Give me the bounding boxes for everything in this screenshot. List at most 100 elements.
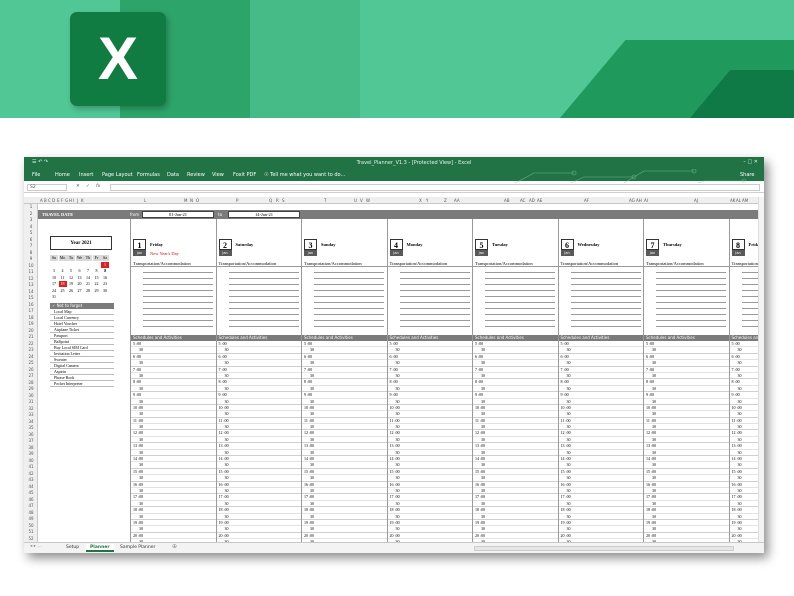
row-header[interactable]: 51 [24, 529, 38, 534]
row-header[interactable]: 34 [24, 419, 38, 424]
column-header-ad[interactable]: AD [529, 198, 535, 203]
row-header[interactable]: 39 [24, 451, 38, 456]
column-header-c[interactable]: C [48, 198, 51, 203]
column-header-m[interactable]: M [184, 198, 187, 203]
column-header-al[interactable]: AL [736, 198, 741, 203]
row-header[interactable]: 19 [24, 321, 38, 326]
tab-sample-planner[interactable]: Sample Planner [116, 544, 159, 552]
calendar-day[interactable]: 22 [93, 281, 101, 287]
row-header[interactable]: 24 [24, 354, 38, 359]
column-header-v[interactable]: V [360, 198, 363, 203]
calendar-day[interactable]: 10 [50, 275, 58, 281]
row-header[interactable]: 3 [24, 217, 38, 222]
column-header-w[interactable]: W [366, 198, 370, 203]
menu-file[interactable]: File [32, 172, 40, 178]
fx-icon[interactable]: fx [96, 184, 100, 189]
column-header-j[interactable]: J [77, 198, 78, 203]
row-header[interactable]: 46 [24, 497, 38, 502]
row-header[interactable]: 21 [24, 334, 38, 339]
horizontal-scrollbar[interactable] [474, 546, 734, 551]
calendar-day[interactable]: 19 [67, 281, 75, 287]
row-header[interactable]: 7 [24, 243, 38, 248]
column-header-ai[interactable]: AI [644, 198, 648, 203]
calendar-day[interactable]: 18 [58, 281, 67, 287]
column-header-ab[interactable]: AB [504, 198, 509, 203]
column-header-o[interactable]: O [196, 198, 199, 203]
menu-formulas[interactable]: Formulas [137, 172, 160, 178]
row-header[interactable]: 27 [24, 373, 38, 378]
column-header-aj[interactable]: AJ [694, 198, 698, 203]
column-header-z[interactable]: Z [444, 198, 447, 203]
calendar-day[interactable]: 30 [101, 288, 109, 294]
transport-lines[interactable] [143, 267, 213, 331]
transport-lines[interactable] [399, 267, 470, 331]
column-header-s[interactable]: S [282, 198, 285, 203]
column-header-h[interactable]: H [69, 198, 72, 203]
row-header[interactable]: 50 [24, 523, 38, 528]
column-header-q[interactable]: Q [269, 198, 272, 203]
column-header-x[interactable]: X [419, 198, 422, 203]
calendar-day[interactable]: 5 [67, 268, 75, 274]
transport-lines[interactable] [741, 267, 758, 331]
calendar-day[interactable]: 14 [84, 275, 92, 281]
column-header-u[interactable]: U [354, 198, 357, 203]
column-header-n[interactable]: N [190, 198, 193, 203]
row-header[interactable]: 43 [24, 477, 38, 482]
row-header[interactable]: 33 [24, 412, 38, 417]
tab-planner[interactable]: Planner [86, 544, 114, 552]
row-header[interactable]: 20 [24, 328, 38, 333]
calendar-day[interactable]: 12 [67, 275, 75, 281]
formula-input[interactable] [110, 184, 760, 191]
todo-item[interactable]: Pocket Interpreter [50, 381, 114, 387]
calendar-day[interactable]: 13 [76, 275, 84, 281]
row-header[interactable]: 22 [24, 341, 38, 346]
row-header[interactable]: 31 [24, 399, 38, 404]
row-header[interactable]: 42 [24, 471, 38, 476]
calendar-day[interactable]: 6 [76, 268, 84, 274]
row-header[interactable]: 52 [24, 536, 38, 541]
row-header[interactable]: 2 [24, 211, 38, 216]
column-header-ah[interactable]: AH [636, 198, 642, 203]
column-header-r[interactable]: R [276, 198, 279, 203]
column-header-y[interactable]: Y [426, 198, 428, 203]
row-header[interactable]: 45 [24, 490, 38, 495]
name-box[interactable]: S2 [27, 184, 67, 191]
add-sheet-icon[interactable]: ⊕ [172, 543, 177, 550]
from-date-cell[interactable]: 01-Jan-21 [142, 211, 214, 218]
quick-access-toolbar[interactable]: ☰ ↶ ↷ [32, 159, 92, 165]
row-header[interactable]: 17 [24, 308, 38, 313]
calendar-day[interactable]: 27 [76, 288, 84, 294]
share-button[interactable]: Share [740, 172, 754, 178]
row-header[interactable]: 49 [24, 516, 38, 521]
calendar-day[interactable]: 16 [101, 275, 109, 281]
calendar-day[interactable]: 28 [84, 288, 92, 294]
menu-home[interactable]: Home [55, 172, 70, 178]
transport-lines[interactable] [228, 267, 299, 331]
column-header-aa[interactable]: AA [454, 198, 460, 203]
tab-nav-arrows[interactable]: ◂ ▸ ... [30, 544, 42, 549]
calendar-day[interactable]: 17 [50, 281, 58, 287]
row-header[interactable]: 41 [24, 464, 38, 469]
calendar-day[interactable]: 25 [59, 288, 67, 294]
row-header[interactable]: 47 [24, 503, 38, 508]
row-header[interactable]: 25 [24, 360, 38, 365]
menu-page-layout[interactable]: Page Layout [102, 172, 133, 178]
menu-review[interactable]: Review [187, 172, 205, 178]
row-header[interactable]: 13 [24, 282, 38, 287]
calendar-day[interactable]: 15 [93, 275, 101, 281]
column-header-d[interactable]: D [52, 198, 55, 203]
column-header-p[interactable]: P [236, 198, 238, 203]
transport-lines[interactable] [656, 267, 726, 331]
calendar-day[interactable]: 7 [84, 268, 92, 274]
enter-icon[interactable]: ✓ [86, 184, 90, 189]
cell-grid[interactable]: TRAVEL DATE from 01-Jan-21 to 14-Jan-21 … [38, 204, 758, 542]
row-header[interactable]: 5 [24, 230, 38, 235]
transport-lines[interactable] [314, 267, 384, 331]
row-header[interactable]: 8 [24, 250, 38, 255]
calendar-day[interactable]: 1 [101, 261, 109, 268]
row-header[interactable]: 29 [24, 386, 38, 391]
calendar-day[interactable]: 21 [84, 281, 92, 287]
row-header[interactable]: 14 [24, 289, 38, 294]
row-header[interactable]: 30 [24, 393, 38, 398]
column-header-t[interactable]: T [324, 198, 326, 203]
